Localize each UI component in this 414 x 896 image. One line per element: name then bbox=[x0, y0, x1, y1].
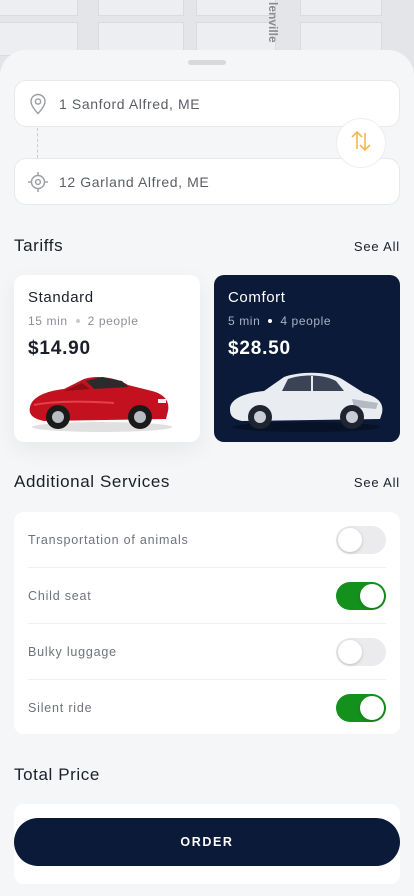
tariffs-title: Tariffs bbox=[14, 236, 64, 255]
street-label: lenville bbox=[266, 2, 280, 43]
order-button[interactable]: ORDER bbox=[14, 818, 400, 866]
services-see-all-link[interactable]: See All bbox=[354, 475, 400, 490]
tariff-capacity: 4 people bbox=[280, 314, 332, 328]
service-row-child-seat: Child seat bbox=[28, 568, 386, 624]
tariff-meta: 15 min 2 people bbox=[28, 314, 186, 328]
service-label: Bulky luggage bbox=[28, 644, 117, 659]
target-icon bbox=[27, 171, 49, 193]
location-pin-icon bbox=[27, 93, 49, 115]
red-convertible-car-image bbox=[29, 377, 172, 432]
tariff-price: $14.90 bbox=[28, 338, 91, 359]
tariff-price: $28.50 bbox=[228, 338, 291, 359]
total-price-title: Total Price bbox=[14, 765, 100, 784]
tariff-capacity: 2 people bbox=[87, 314, 139, 328]
service-label: Transportation of animals bbox=[28, 532, 189, 547]
silent-ride-toggle[interactable] bbox=[336, 694, 386, 722]
destination-address-field[interactable]: 12 Garland Alfred, ME bbox=[14, 158, 400, 205]
toggle-knob bbox=[360, 696, 384, 720]
white-coupe-car-image bbox=[230, 372, 383, 432]
service-row-animals: Transportation of animals bbox=[28, 512, 386, 568]
destination-address-text: 12 Garland Alfred, ME bbox=[59, 173, 210, 190]
map-block bbox=[300, 0, 382, 16]
tariffs-see-all-link[interactable]: See All bbox=[354, 239, 400, 254]
bulky-luggage-toggle[interactable] bbox=[336, 637, 386, 666]
separator-dot bbox=[75, 319, 80, 323]
swap-arrows-icon bbox=[348, 128, 374, 159]
tariff-name: Standard bbox=[28, 289, 94, 306]
toggle-knob bbox=[338, 527, 362, 552]
services-list: Transportation of animals Child seat Bul… bbox=[14, 512, 400, 734]
map-block bbox=[196, 0, 276, 16]
service-label: Child seat bbox=[28, 588, 92, 603]
tariff-meta: 5 min 4 people bbox=[228, 314, 386, 328]
sheet-drag-handle[interactable] bbox=[188, 60, 226, 65]
animals-toggle[interactable] bbox=[336, 525, 386, 554]
services-title: Additional Services bbox=[14, 472, 170, 491]
service-row-bulky-luggage: Bulky luggage bbox=[28, 624, 386, 680]
service-row-silent-ride: Silent ride bbox=[28, 680, 386, 736]
tariff-duration: 5 min bbox=[228, 314, 261, 328]
swap-addresses-button[interactable] bbox=[336, 118, 386, 168]
separator-dot bbox=[268, 319, 273, 323]
tariff-name: Comfort bbox=[228, 289, 286, 306]
route-connector bbox=[37, 128, 38, 158]
child-seat-toggle[interactable] bbox=[336, 581, 386, 610]
toggle-knob bbox=[338, 639, 362, 664]
tariff-card-standard[interactable]: Standard 15 min 2 people $14.90 bbox=[14, 275, 200, 442]
tariff-card-comfort[interactable]: Comfort 5 min 4 people $28.50 bbox=[214, 275, 400, 442]
map-block bbox=[0, 0, 78, 16]
tariff-duration: 15 min bbox=[28, 314, 68, 328]
map-block bbox=[98, 0, 184, 16]
pickup-address-text: 1 Sanford Alfred, ME bbox=[59, 95, 201, 112]
pickup-address-field[interactable]: 1 Sanford Alfred, ME bbox=[14, 80, 400, 127]
toggle-knob bbox=[360, 583, 384, 608]
service-label: Silent ride bbox=[28, 701, 93, 715]
